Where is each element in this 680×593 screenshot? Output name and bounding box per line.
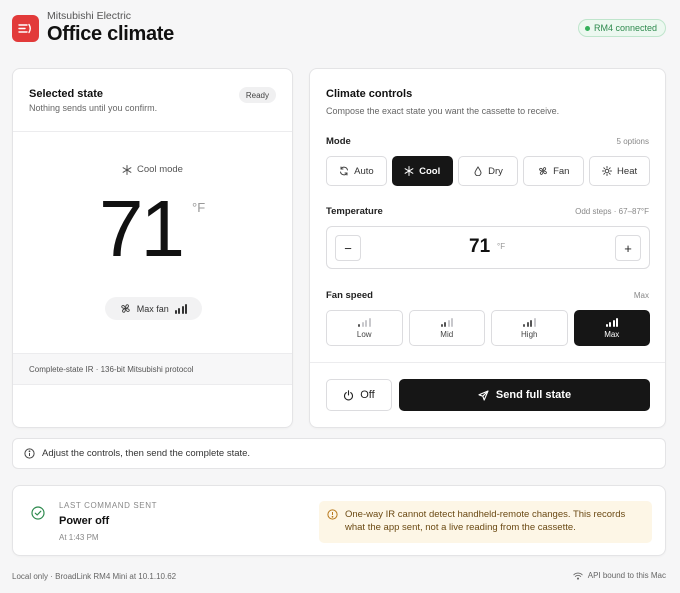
temperature-increment-button[interactable]: +	[615, 235, 641, 261]
fan-speed-selector: Low Mid High Max	[326, 310, 650, 346]
refresh-icon	[339, 166, 349, 176]
current-temperature-unit: °F	[192, 200, 206, 215]
temperature-hint: Odd steps · 67–87°F	[575, 207, 649, 216]
divider	[310, 362, 665, 363]
mode-heat-label: Heat	[617, 165, 638, 177]
fan-speed-low-label: Low	[356, 329, 372, 339]
mode-selector: Auto Cool Dry Fan Heat	[326, 156, 650, 186]
divider	[13, 131, 292, 132]
fan-speed-hint: Max	[633, 291, 649, 300]
signal-bars-icon	[358, 317, 371, 327]
fan-speed-max-button[interactable]: Max	[573, 310, 650, 346]
mode-dry-button[interactable]: Dry	[457, 156, 519, 186]
last-command-time: At 1:43 PM	[59, 533, 99, 542]
wifi-icon	[573, 572, 583, 580]
brand-name: Mitsubishi Electric	[47, 10, 132, 22]
selected-state-title: Selected state	[29, 88, 103, 100]
sun-icon	[602, 166, 613, 176]
signal-bars-icon	[440, 317, 453, 327]
api-binding-label: API bound to this Mac	[587, 571, 666, 580]
api-binding-status: API bound to this Mac	[573, 571, 666, 580]
current-mode: Cool mode	[13, 164, 292, 175]
current-fan-speed: Max fan	[105, 297, 202, 320]
signal-bars-icon	[605, 317, 618, 327]
fan-speed-label: Fan speed	[326, 290, 373, 301]
mode-hint: 5 options	[616, 137, 649, 146]
page-title: Office climate	[47, 23, 174, 45]
fan-speed-high-label: High	[521, 329, 538, 339]
power-off-button[interactable]: Off	[326, 379, 392, 411]
temperature-unit: °F	[497, 242, 506, 251]
temperature-label: Temperature	[326, 206, 383, 217]
check-circle-icon	[31, 506, 45, 520]
connection-badge-label: RM4 connected	[593, 23, 657, 33]
climate-controls-card: Climate controls Compose the exact state…	[309, 68, 666, 428]
snowflake-icon	[404, 166, 414, 176]
fan-icon	[120, 303, 131, 314]
climate-controls-title: Climate controls	[326, 88, 413, 100]
app-header: Mitsubishi Electric Office climate RM4 c…	[12, 10, 666, 50]
last-command-card: LAST COMMAND SENT Power off At 1:43 PM O…	[12, 485, 666, 556]
signal-bars-icon	[174, 303, 188, 314]
fan-speed-low-button[interactable]: Low	[326, 310, 403, 346]
mode-fan-label: Fan	[553, 165, 570, 177]
remote-signal-icon	[12, 15, 39, 42]
info-icon	[327, 509, 338, 520]
send-icon	[478, 389, 489, 401]
selected-state-subtitle: Nothing sends until you confirm.	[29, 103, 158, 113]
last-command-value: Power off	[59, 515, 110, 527]
temperature-decrement-button[interactable]: −	[335, 235, 361, 261]
current-fan-label: Max fan	[136, 303, 169, 314]
last-command-label: LAST COMMAND SENT	[59, 501, 158, 510]
mode-label: Mode	[326, 136, 351, 147]
current-mode-label: Cool mode	[137, 164, 183, 175]
mode-cool-button[interactable]: Cool	[391, 156, 453, 186]
status-dot-icon	[584, 25, 590, 31]
climate-controls-subtitle: Compose the exact state you want the cas…	[326, 106, 560, 116]
temperature-value: 71	[469, 236, 491, 257]
send-full-state-label: Send full state	[495, 389, 572, 401]
current-temperature: 71	[99, 184, 185, 273]
power-icon	[343, 389, 354, 401]
fan-speed-mid-button[interactable]: Mid	[408, 310, 485, 346]
fan-speed-max-label: Max	[604, 329, 620, 339]
warning-text: One-way IR cannot detect handheld-remote…	[345, 509, 626, 534]
send-full-state-button[interactable]: Send full state	[399, 379, 650, 411]
mode-cool-label: Cool	[419, 165, 441, 177]
info-bar: Adjust the controls, then send the compl…	[12, 438, 666, 469]
mode-auto-button[interactable]: Auto	[326, 156, 387, 186]
fan-speed-high-button[interactable]: High	[491, 310, 568, 346]
one-way-ir-warning: One-way IR cannot detect handheld-remote…	[319, 501, 652, 543]
protocol-note: Complete-state IR · 136-bit Mitsubishi p…	[13, 353, 292, 385]
info-icon	[24, 448, 35, 459]
selected-state-card: Selected state Nothing sends until you c…	[12, 68, 293, 428]
power-off-label: Off	[360, 389, 375, 401]
status-badge: Ready	[238, 87, 276, 103]
connection-badge: RM4 connected	[577, 19, 666, 37]
device-footer: Local only · BroadLink RM4 Mini at 10.1.…	[12, 572, 177, 581]
mode-fan-button[interactable]: Fan	[523, 156, 585, 186]
signal-bars-icon	[523, 317, 536, 327]
mode-heat-button[interactable]: Heat	[589, 156, 650, 186]
info-message: Adjust the controls, then send the compl…	[42, 448, 251, 459]
fan-icon	[538, 166, 548, 176]
fan-speed-mid-label: Mid	[440, 329, 454, 339]
snowflake-icon	[122, 164, 132, 175]
temperature-stepper: − 71 °F +	[326, 226, 650, 269]
droplet-icon	[473, 166, 483, 176]
mode-dry-label: Dry	[488, 165, 503, 177]
mode-auto-label: Auto	[354, 165, 374, 177]
